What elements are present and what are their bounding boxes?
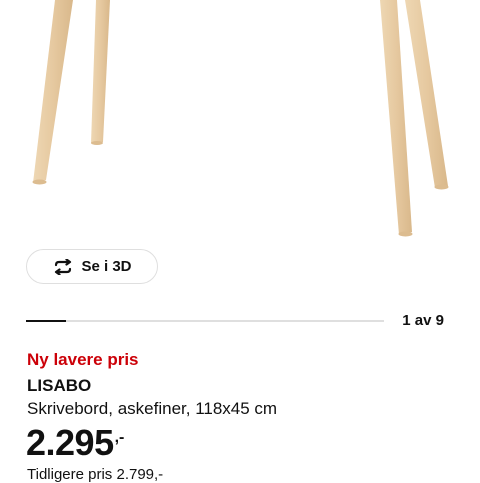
product-image[interactable]: [0, 0, 480, 245]
product-description: Skrivebord, askefiner, 118x45 cm: [27, 399, 278, 418]
price-suffix: ,-: [114, 429, 125, 446]
table-leg-back-left: [91, 0, 110, 145]
previous-price: Tidligere pris 2.799,-: [27, 466, 164, 483]
view-in-3d-button[interactable]: Se i 3D: [26, 249, 158, 284]
price-amount: 2.295: [26, 422, 114, 463]
rotate-3d-icon: [55, 258, 72, 275]
table-leg-front-left: [32, 0, 73, 185]
table-leg-front-right: [380, 0, 413, 237]
image-pager-track[interactable]: [26, 320, 384, 322]
table-leg-back-right: [405, 0, 449, 190]
product-price: 2.295 ,-: [26, 421, 124, 465]
view-in-3d-label: Se i 3D: [81, 258, 132, 275]
image-pager-counter: 1 av 9: [402, 312, 444, 329]
new-lower-price-badge: Ny lavere pris: [27, 350, 139, 369]
product-name: LISABO: [27, 376, 92, 395]
image-pager-indicator: [26, 320, 66, 322]
